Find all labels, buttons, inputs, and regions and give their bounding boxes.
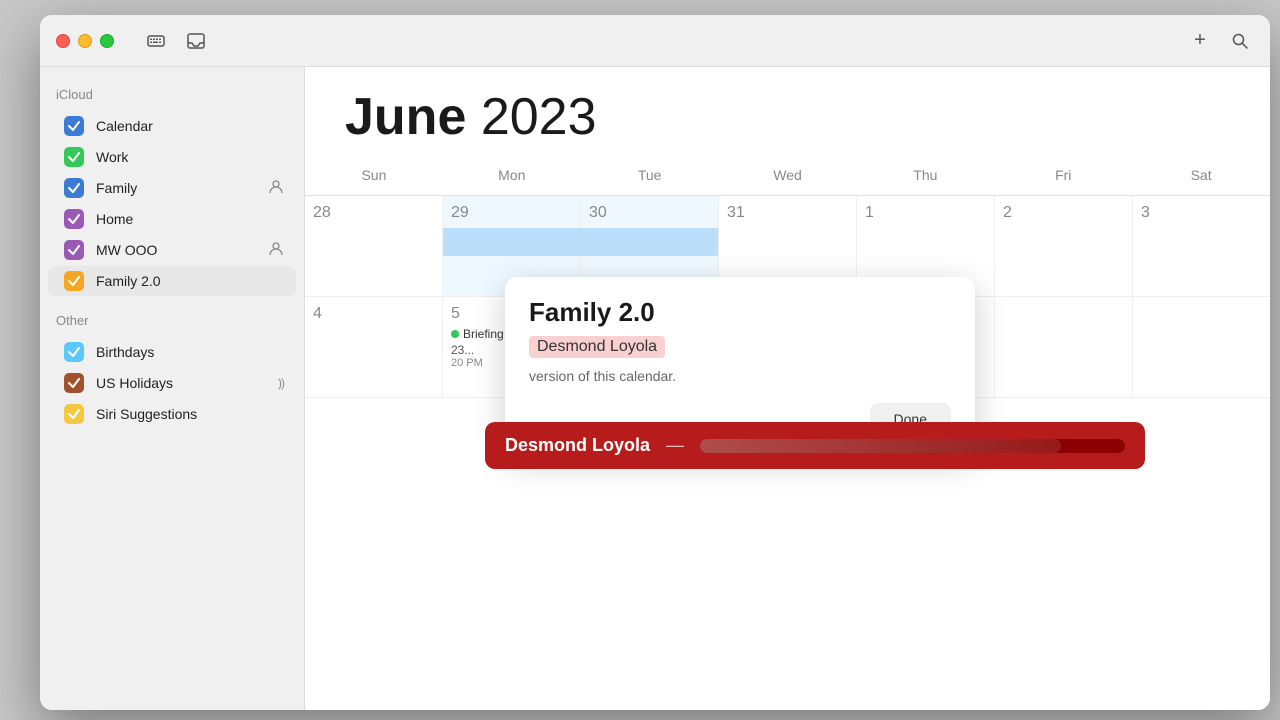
traffic-lights bbox=[56, 34, 114, 48]
person-shared-icon-2 bbox=[268, 241, 284, 260]
sidebar-item-us-holidays[interactable]: US Holidays )) bbox=[48, 368, 296, 398]
streaming-icon: )) bbox=[278, 376, 284, 390]
calendar-main: June 2023 Sun Mon Tue Wed Thu Fri Sat 28 bbox=[305, 67, 1270, 710]
sidebar-item-us-holidays-label: US Holidays bbox=[96, 375, 274, 391]
desmond-name: Desmond Loyola bbox=[505, 435, 650, 456]
sidebar-item-home-label: Home bbox=[96, 211, 284, 227]
event-dot-icon bbox=[451, 330, 459, 338]
home-checkbox[interactable] bbox=[64, 209, 84, 229]
other-section-label: Other bbox=[40, 313, 304, 336]
cell-number: 28 bbox=[313, 204, 434, 222]
sidebar-item-family[interactable]: Family bbox=[48, 173, 296, 203]
main-window: + iCloud Calendar bbox=[40, 15, 1270, 710]
month-title: June 2023 bbox=[345, 91, 1230, 143]
day-header-thu: Thu bbox=[856, 159, 994, 191]
family-checkbox[interactable] bbox=[64, 178, 84, 198]
year-value: 2023 bbox=[481, 88, 597, 146]
day-header-sat: Sat bbox=[1132, 159, 1270, 191]
desmond-progress-bar: Desmond Loyola — bbox=[485, 422, 1145, 469]
sidebar-item-calendar-label: Calendar bbox=[96, 118, 284, 134]
sidebar-item-mw-ooo[interactable]: MW OOO bbox=[48, 235, 296, 265]
cell-number: 29 bbox=[451, 204, 572, 222]
cell-number: 3 bbox=[1141, 204, 1262, 222]
sidebar-item-calendar[interactable]: Calendar bbox=[48, 111, 296, 141]
sidebar-item-family2[interactable]: Family 2.0 bbox=[48, 266, 296, 296]
cell-3[interactable]: 3 bbox=[1133, 196, 1270, 296]
family2-checkbox[interactable] bbox=[64, 271, 84, 291]
birthdays-checkbox[interactable] bbox=[64, 342, 84, 362]
inbox-icon[interactable] bbox=[182, 27, 210, 55]
calendar-checkbox[interactable] bbox=[64, 116, 84, 136]
sidebar-item-family-label: Family bbox=[96, 180, 264, 196]
day-header-tue: Tue bbox=[581, 159, 719, 191]
sidebar-item-family2-label: Family 2.0 bbox=[96, 273, 284, 289]
day-header-fri: Fri bbox=[994, 159, 1132, 191]
desmond-progress-track bbox=[700, 439, 1125, 453]
desmond-dash: — bbox=[666, 435, 684, 456]
cell-28[interactable]: 28 bbox=[305, 196, 443, 296]
titlebar-right: + bbox=[1186, 27, 1254, 55]
search-button[interactable] bbox=[1226, 27, 1254, 55]
cell-number: 30 bbox=[589, 204, 710, 222]
day-header-wed: Wed bbox=[719, 159, 857, 191]
titlebar: + bbox=[40, 15, 1270, 67]
keyboard-icon[interactable] bbox=[142, 27, 170, 55]
popup-person-name: Desmond Loyola bbox=[529, 336, 665, 358]
person-shared-icon bbox=[268, 179, 284, 198]
cell-number: 31 bbox=[727, 204, 848, 222]
cell-4[interactable]: 4 bbox=[305, 297, 443, 397]
cell-number: 2 bbox=[1003, 204, 1124, 222]
day-header-sun: Sun bbox=[305, 159, 443, 191]
work-checkbox[interactable] bbox=[64, 147, 84, 167]
cell-2[interactable]: 2 bbox=[995, 196, 1133, 296]
sidebar-item-siri[interactable]: Siri Suggestions bbox=[48, 399, 296, 429]
icloud-section-label: iCloud bbox=[40, 87, 304, 110]
month-header: June 2023 bbox=[305, 67, 1270, 159]
cell-number: 1 bbox=[865, 204, 986, 222]
sidebar-item-siri-label: Siri Suggestions bbox=[96, 406, 284, 422]
month-name: June bbox=[345, 88, 466, 146]
main-content: iCloud Calendar Work Family bbox=[40, 67, 1270, 710]
cell-number: 4 bbox=[313, 305, 434, 323]
day-header-mon: Mon bbox=[443, 159, 581, 191]
siri-checkbox[interactable] bbox=[64, 404, 84, 424]
close-button[interactable] bbox=[56, 34, 70, 48]
event-label: Briefing bbox=[463, 327, 504, 341]
calendar-day-headers: Sun Mon Tue Wed Thu Fri Sat bbox=[305, 159, 1270, 196]
popup-title: Family 2.0 bbox=[529, 297, 951, 328]
titlebar-icons bbox=[142, 27, 210, 55]
sidebar-item-birthdays[interactable]: Birthdays bbox=[48, 337, 296, 367]
desmond-progress-fill bbox=[700, 439, 1061, 453]
fullscreen-button[interactable] bbox=[100, 34, 114, 48]
sidebar-item-work-label: Work bbox=[96, 149, 284, 165]
cell-10[interactable] bbox=[1133, 297, 1270, 397]
sidebar: iCloud Calendar Work Family bbox=[40, 67, 305, 710]
sidebar-item-home[interactable]: Home bbox=[48, 204, 296, 234]
add-event-button[interactable]: + bbox=[1186, 27, 1214, 55]
minimize-button[interactable] bbox=[78, 34, 92, 48]
sidebar-item-work[interactable]: Work bbox=[48, 142, 296, 172]
us-holidays-checkbox[interactable] bbox=[64, 373, 84, 393]
sidebar-item-birthdays-label: Birthdays bbox=[96, 344, 284, 360]
sidebar-item-mwooo-label: MW OOO bbox=[96, 242, 264, 258]
popup-description: version of this calendar. bbox=[529, 366, 951, 387]
cell-9[interactable] bbox=[995, 297, 1133, 397]
mwooo-checkbox[interactable] bbox=[64, 240, 84, 260]
